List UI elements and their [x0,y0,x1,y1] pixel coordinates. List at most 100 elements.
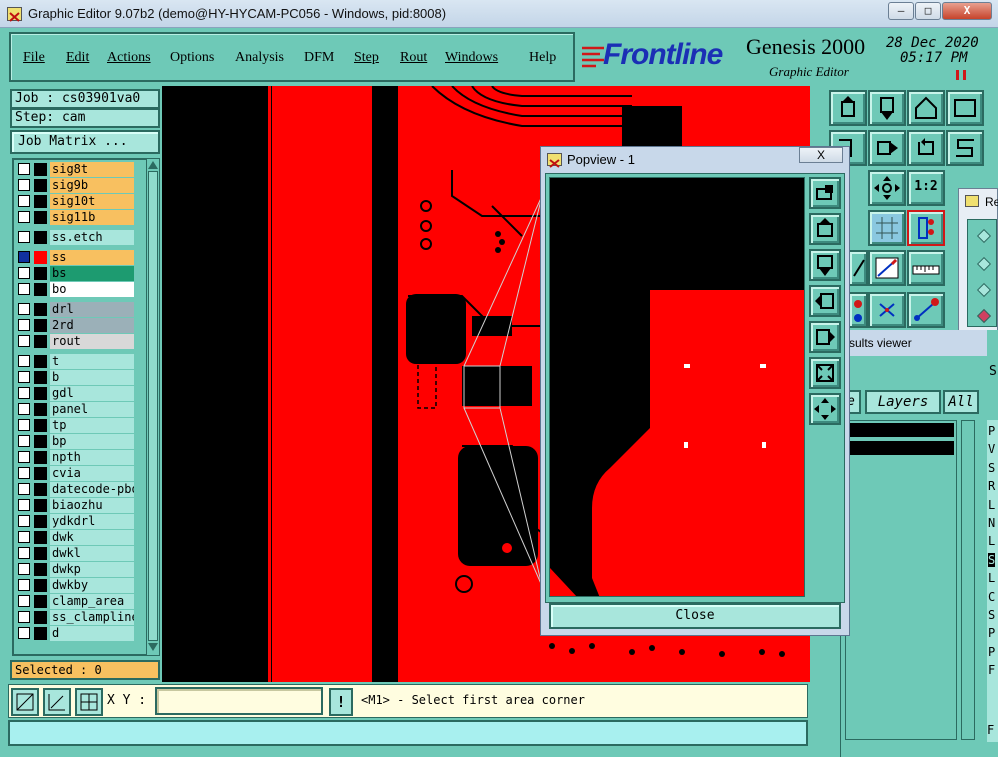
job-matrix-button[interactable]: Job Matrix ... [10,130,160,154]
tool-ruler-icon[interactable] [907,250,945,286]
layer-checkbox[interactable] [18,403,30,415]
layer-row[interactable]: dwkby [16,578,134,593]
menu-step[interactable]: Step [354,50,379,66]
layer-checkbox[interactable] [18,163,30,175]
popview-canvas[interactable] [549,177,805,597]
layer-row[interactable]: d [16,626,134,641]
tool-layer-down-icon[interactable] [868,90,906,126]
layer-checkbox[interactable] [18,579,30,591]
layer-checkbox[interactable] [18,283,30,295]
menu-edit[interactable]: Edit [66,50,89,66]
scroll-down-icon[interactable] [148,643,158,651]
layer-row[interactable]: t [16,354,134,369]
layer-checkbox[interactable] [18,303,30,315]
menu-actions[interactable]: Actions [107,50,151,66]
layer-checkbox[interactable] [18,547,30,559]
layer-row[interactable]: biaozhu [16,498,134,513]
layer-row[interactable]: bp [16,434,134,449]
layer-checkbox[interactable] [18,251,30,263]
layer-checkbox[interactable] [18,267,30,279]
tool-measure-icon[interactable] [868,250,906,286]
layer-checkbox[interactable] [18,195,30,207]
popview-pan-icon[interactable] [809,393,841,425]
menu-analysis[interactable]: Analysis [235,50,284,66]
layer-row[interactable]: drl [16,302,134,317]
popview-close-x[interactable]: X [799,147,843,163]
layer-row[interactable]: ss [16,250,134,265]
layer-row[interactable]: ydkdrl [16,514,134,529]
tool-zoom-fit-icon[interactable] [868,170,906,206]
layer-checkbox[interactable] [18,531,30,543]
scroll-up-icon[interactable] [148,161,158,169]
layer-checkbox[interactable] [18,231,30,243]
layer-row[interactable]: dwkl [16,546,134,561]
layer-checkbox[interactable] [18,387,30,399]
layer-checkbox[interactable] [18,435,30,447]
menu-help[interactable]: Help [529,50,556,66]
layer-row[interactable]: gdl [16,386,134,401]
layer-row[interactable]: ss.etch [16,230,134,245]
layer-checkbox[interactable] [18,499,30,511]
results-scrollbar[interactable] [961,420,975,740]
layer-row[interactable]: datecode-pbo [16,482,134,497]
popview-close-button[interactable]: Close [549,603,841,629]
layer-row[interactable]: npth [16,450,134,465]
layer-scrollbar[interactable] [146,158,160,656]
results-row-black-1[interactable] [850,423,954,437]
menu-file[interactable]: File [23,50,45,66]
layer-checkbox[interactable] [18,483,30,495]
layer-row[interactable]: 2rd [16,318,134,333]
minimize-button[interactable]: — [888,2,914,20]
layer-row[interactable]: sig9b [16,178,134,193]
menu-rout[interactable]: Rout [400,50,427,66]
results-side-tab[interactable]: S [989,364,998,379]
layer-row[interactable]: ss_clampline [16,610,134,625]
popview-layer-up-icon[interactable] [809,213,841,245]
layer-row[interactable]: b [16,370,134,385]
layer-checkbox[interactable] [18,335,30,347]
xy-input[interactable] [155,687,323,715]
maximize-button[interactable]: □ [915,2,941,20]
popview-fit-icon[interactable] [809,357,841,389]
results-tab-all[interactable]: All [943,390,979,414]
layer-row[interactable]: bo [16,282,134,297]
menu-windows[interactable]: Windows [445,50,498,66]
alert-button[interactable]: ! [329,688,353,716]
layer-checkbox[interactable] [18,611,30,623]
scroll-thumb[interactable] [148,171,158,641]
bottom-tool-1[interactable] [11,688,39,716]
layer-checkbox[interactable] [18,627,30,639]
layer-checkbox[interactable] [18,515,30,527]
tool-delete-icon[interactable] [868,292,906,328]
popview-layer-down-icon[interactable] [809,249,841,281]
layer-checkbox[interactable] [18,179,30,191]
popview-move-left-icon[interactable] [809,285,841,317]
tool-layers-icon[interactable] [907,210,945,246]
close-button[interactable]: X [942,2,992,20]
layer-checkbox[interactable] [18,595,30,607]
tool-scale-icon[interactable]: 1:2 [907,170,945,206]
tool-move-right-icon[interactable] [868,130,906,166]
layer-row[interactable]: sig10t [16,194,134,209]
layer-checkbox[interactable] [18,371,30,383]
layer-row[interactable]: rout [16,334,134,349]
tool-window-icon[interactable] [946,90,984,126]
bottom-tool-3[interactable] [75,688,103,716]
layer-row[interactable]: clamp_area [16,594,134,609]
layer-checkbox[interactable] [18,319,30,331]
layer-row[interactable]: cvia [16,466,134,481]
layer-checkbox[interactable] [18,211,30,223]
layer-checkbox[interactable] [18,355,30,367]
popview-move-right-icon[interactable] [809,321,841,353]
layer-row[interactable]: tp [16,418,134,433]
layer-row[interactable]: sig8t [16,162,134,177]
tool-undo-icon[interactable] [907,130,945,166]
layer-checkbox[interactable] [18,563,30,575]
layer-checkbox[interactable] [18,451,30,463]
layer-row[interactable]: dwkp [16,562,134,577]
layer-row[interactable]: panel [16,402,134,417]
layer-row[interactable]: dwk [16,530,134,545]
menu-dfm[interactable]: DFM [304,50,334,66]
tool-connect-icon[interactable] [907,292,945,328]
layer-checkbox[interactable] [18,419,30,431]
